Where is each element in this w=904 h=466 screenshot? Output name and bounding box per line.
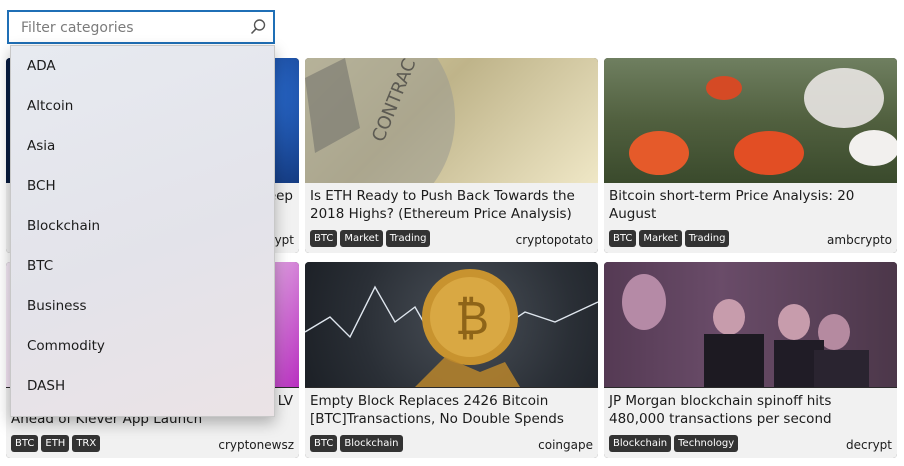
tag-list: BTC Blockchain (310, 435, 403, 452)
tag[interactable]: Blockchain (340, 435, 403, 452)
svg-text:₿: ₿ (455, 291, 489, 345)
dropdown-option[interactable]: DASH (11, 366, 274, 406)
dropdown-option[interactable]: Business (11, 286, 274, 326)
tag-list: BTC Market Trading (609, 230, 730, 247)
card-title: Bitcoin short-term Price Analysis: 20 Au… (609, 188, 855, 222)
dropdown-option[interactable]: Altcoin (11, 86, 274, 126)
card-title: Empty Block Replaces 2426 Bitcoin [BTC]T… (310, 393, 564, 427)
tag[interactable]: ETH (41, 435, 70, 452)
dropdown-option[interactable]: ADA (11, 46, 274, 86)
search-placeholder: Filter categories (21, 20, 134, 36)
news-image: CONTRACTS (305, 58, 598, 183)
category-filter-input[interactable]: Filter categories (7, 10, 275, 44)
dropdown-option[interactable]: BTC (11, 246, 274, 286)
tag[interactable]: Market (340, 230, 383, 247)
tag[interactable]: Trading (385, 230, 431, 247)
dropdown-option[interactable]: Blockchain (11, 206, 274, 246)
news-card[interactable]: Bitcoin short-term Price Analysis: 20 Au… (604, 58, 897, 253)
card-source: decrypt (846, 438, 892, 452)
tag-list: Blockchain Technology (609, 435, 739, 452)
news-image (604, 58, 897, 183)
card-source: cryptopotato (515, 233, 593, 247)
dropdown-option[interactable]: Commodity (11, 326, 274, 366)
news-card[interactable]: CONTRACTS Is ETH Ready to Push Back Towa… (305, 58, 598, 253)
search-icon[interactable] (249, 18, 267, 36)
tag[interactable]: BTC (310, 230, 338, 247)
tag[interactable]: Market (639, 230, 682, 247)
tag[interactable]: BTC (310, 435, 338, 452)
tag[interactable]: TRX (72, 435, 101, 452)
dropdown-option[interactable]: Asia (11, 126, 274, 166)
news-image (604, 262, 897, 387)
card-source: cryptonewsz (218, 438, 294, 452)
news-card[interactable]: JP Morgan blockchain spinoff hits 480,00… (604, 262, 897, 458)
card-source: coingape (538, 438, 593, 452)
tag[interactable]: BTC (609, 230, 637, 247)
card-title: Is ETH Ready to Push Back Towards the 20… (310, 188, 575, 222)
news-card[interactable]: ₿ Empty Block Replaces 2426 Bitcoin [BTC… (305, 262, 598, 458)
tag[interactable]: Technology (674, 435, 739, 452)
tag[interactable]: Blockchain (609, 435, 672, 452)
tag[interactable]: BTC (11, 435, 39, 452)
card-source: ambcrypto (827, 233, 892, 247)
tag[interactable]: Trading (684, 230, 730, 247)
news-image: ₿ (305, 262, 598, 387)
card-title: JP Morgan blockchain spinoff hits 480,00… (609, 393, 832, 427)
dropdown-option[interactable]: BCH (11, 166, 274, 206)
tag-list: BTC Market Trading (310, 230, 431, 247)
tag-list: BTC ETH TRX (11, 435, 101, 452)
category-dropdown[interactable]: ADA Altcoin Asia BCH Blockchain BTC Busi… (10, 45, 275, 417)
